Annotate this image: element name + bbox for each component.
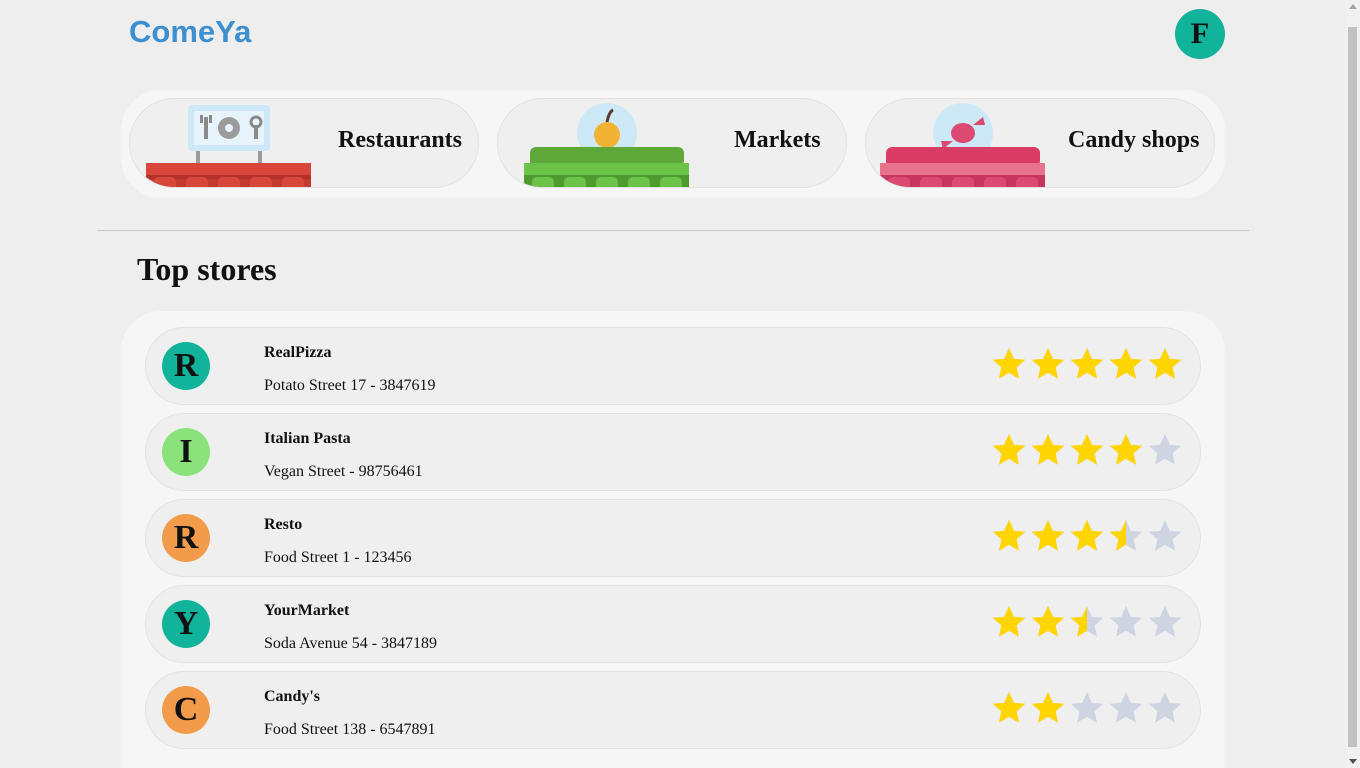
star-icon [1109,606,1143,637]
scroll-up-arrow-icon[interactable] [1349,4,1357,9]
store-address: Vegan Street - 98756461 [264,463,423,480]
star-icon [1148,434,1182,465]
category-label: Markets [734,127,821,153]
scrollbar-thumb[interactable] [1348,27,1357,747]
store-row[interactable]: Y YourMarket Soda Avenue 54 - 3847189 [145,585,1201,663]
store-avatar: R [162,514,210,562]
store-row[interactable]: C Candy's Food Street 138 - 6547891 [145,671,1201,749]
store-name: Candy's [264,688,321,705]
category-label: Restaurants [338,127,462,153]
star-icon [1148,520,1182,551]
star-icon [1148,348,1182,379]
category-markets[interactable]: Markets [497,98,847,188]
store-avatar: Y [162,600,210,648]
star-icon [1031,348,1065,379]
star-icon [1070,692,1104,723]
restaurant-awning-icon [146,105,311,187]
divider [97,230,1249,231]
star-icon [1148,692,1182,723]
star-icon [1031,692,1065,723]
store-row[interactable]: R RealPizza Potato Street 17 - 3847619 [145,327,1201,405]
star-icon [1031,434,1065,465]
star-icon [1070,606,1104,637]
user-avatar[interactable]: F [1175,9,1225,59]
store-row[interactable]: I Italian Pasta Vegan Street - 98756461 [145,413,1201,491]
star-icon [992,606,1026,637]
category-label: Candy shops [1068,127,1200,153]
store-address: Food Street 1 - 123456 [264,549,412,566]
star-rating [992,692,1182,723]
star-icon [1109,520,1143,551]
scrollbar[interactable] [1345,0,1360,768]
star-icon [1070,348,1104,379]
star-rating [992,606,1182,637]
app-logo[interactable]: ComeYa [129,14,251,50]
star-icon [992,692,1026,723]
candy-awning-icon [880,103,1045,187]
store-name: RealPizza [264,344,332,361]
star-icon [1031,520,1065,551]
category-candy-shops[interactable]: Candy shops [865,98,1215,188]
store-list: R RealPizza Potato Street 17 - 3847619 I… [121,311,1225,768]
store-row[interactable]: R Resto Food Street 1 - 123456 [145,499,1201,577]
star-icon [992,348,1026,379]
star-icon [1109,692,1143,723]
star-rating [992,434,1182,465]
category-restaurants[interactable]: Restaurants [129,98,479,188]
category-bar: Restaurants Markets Candy shops [121,90,1225,198]
section-title: Top stores [137,251,277,287]
store-name: Resto [264,516,303,533]
star-icon [1070,434,1104,465]
store-avatar: R [162,342,210,390]
star-icon [1148,606,1182,637]
star-icon [1031,606,1065,637]
star-rating [992,348,1182,379]
star-rating [992,520,1182,551]
star-icon [992,434,1026,465]
star-icon [1070,520,1104,551]
star-icon [992,520,1026,551]
store-address: Food Street 138 - 6547891 [264,721,436,738]
scroll-down-arrow-icon[interactable] [1349,759,1357,764]
store-address: Potato Street 17 - 3847619 [264,377,436,394]
store-avatar: C [162,686,210,734]
store-address: Soda Avenue 54 - 3847189 [264,635,438,652]
store-avatar: I [162,428,210,476]
star-icon [1109,348,1143,379]
star-icon [1109,434,1143,465]
market-awning-icon [524,103,689,187]
store-name: YourMarket [264,602,350,619]
store-name: Italian Pasta [264,430,351,447]
